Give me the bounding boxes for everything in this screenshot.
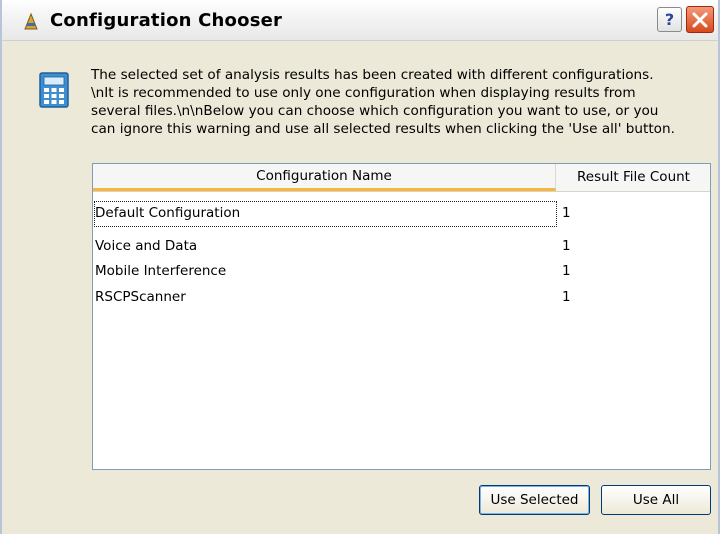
message-line: The selected set of analysis results has… [91,67,654,83]
configuration-name: RSCPScanner [95,289,186,305]
close-button[interactable] [686,6,714,33]
result-file-count: 1 [562,289,571,305]
list-header: Configuration Name Result File Count [93,164,710,192]
close-icon [692,12,708,28]
use-all-button[interactable]: Use All [601,485,711,515]
app-icon [24,12,38,30]
list-row-rscpscanner[interactable]: RSCPScanner 1 [93,285,710,309]
title-bar[interactable]: Configuration Chooser ? [2,0,718,41]
column-header-configuration-name[interactable]: Configuration Name [93,164,556,191]
message-line: \nIt is recommended to use only one conf… [91,85,636,101]
list-row-default-configuration[interactable]: Default Configuration 1 [93,201,710,227]
configuration-name: Default Configuration [95,205,241,221]
warning-message: The selected set of analysis results has… [91,66,706,138]
list-row-voice-and-data[interactable]: Voice and Data 1 [93,234,710,258]
message-line: can ignore this warning and use all sele… [91,121,675,137]
use-selected-button[interactable]: Use Selected [479,485,590,515]
result-file-count: 1 [562,238,571,254]
column-header-result-file-count[interactable]: Result File Count [557,164,710,191]
window-title: Configuration Chooser [50,10,283,31]
configuration-name: Mobile Interference [95,263,227,279]
list-row-mobile-interference[interactable]: Mobile Interference 1 [93,259,710,283]
result-file-count: 1 [562,263,571,279]
message-line: several files.\n\nBelow you can choose w… [91,103,659,119]
result-file-count: 1 [562,205,571,221]
configuration-list[interactable]: Configuration Name Result File Count Def… [92,163,711,470]
help-button[interactable]: ? [657,7,682,32]
configuration-chooser-dialog: Configuration Chooser ? The selected set… [0,0,720,534]
configuration-name: Voice and Data [95,238,198,254]
calculator-icon [39,72,69,108]
